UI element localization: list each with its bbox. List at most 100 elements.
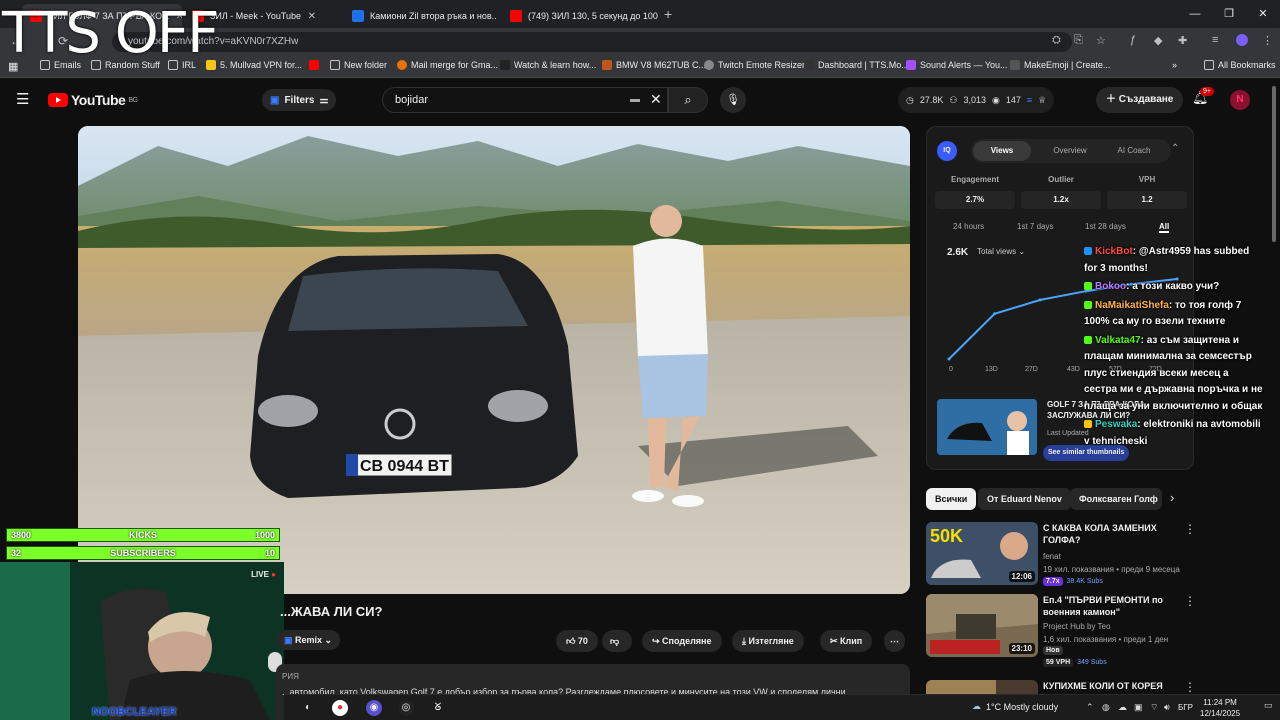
chat-badge-icon <box>1084 247 1092 256</box>
chip-all[interactable]: Всички <box>926 488 977 510</box>
site-favicon-icon <box>352 10 364 22</box>
share-button[interactable]: ↪ Споделяне <box>642 630 722 652</box>
chevron-right-icon[interactable]: › <box>1170 490 1174 505</box>
bookmarks-more-icon[interactable]: » <box>1172 60 1177 70</box>
remix-button[interactable]: ▣ Remix ⌄ <box>276 630 341 650</box>
recommended-video[interactable]: КУПИХМЕ КОЛИ ОТ КОРЕЯ ⋮ <box>926 680 1206 694</box>
vidiq-tabs: Views Overview AI Coach <box>971 139 1171 163</box>
search-input[interactable]: bojidar <box>382 87 668 113</box>
scrollbar[interactable] <box>1272 86 1276 242</box>
close-tab-icon[interactable]: ✕ <box>308 11 316 22</box>
bookmark-item[interactable]: 5. Mullvad VPN for... <box>206 60 302 70</box>
download-button[interactable]: ⤓ Изтегляне <box>732 630 804 652</box>
restore-icon[interactable]: ❐ <box>1212 0 1246 28</box>
bookmark-item[interactable]: Dashboard | TTS.Mo... <box>804 60 909 70</box>
extension-icon[interactable]: ◆ <box>1154 34 1162 47</box>
vidiq-icon: ▣ <box>284 635 296 645</box>
range-24h[interactable]: 24 hours <box>953 222 984 231</box>
new-tab-button[interactable]: + <box>664 6 672 22</box>
bookmark-item[interactable]: MakeEmoji | Create... <box>1010 60 1110 70</box>
subs-badge: 38.4K Subs <box>1066 578 1103 585</box>
rec-channel[interactable]: Project Hub by Teo <box>1043 622 1110 631</box>
rec-title[interactable]: Еп.4 "ПЪРВИ РЕМОНТИ по военния камион" <box>1043 594 1183 618</box>
bookmark-item[interactable] <box>309 60 319 70</box>
video-thumbnail[interactable] <box>926 680 1038 694</box>
menu-icon[interactable]: ⋮ <box>1262 34 1273 47</box>
all-bookmarks[interactable]: All Bookmarks <box>1204 60 1276 70</box>
chip-topic[interactable]: Фолксваген Голф <box>1070 488 1162 510</box>
range-all[interactable]: All <box>1159 222 1170 233</box>
filters-button[interactable]: ▣ Filters ⚌ <box>262 89 337 111</box>
tab-4[interactable]: (749) ЗИЛ 130, 5 секунд до 100... ✕ <box>502 4 658 28</box>
weather-widget[interactable]: ☁ 1°C Mostly cloudy <box>972 701 1058 712</box>
taskbar-clock[interactable]: 11:24 PM 12/14/2025 <box>1200 697 1240 719</box>
task-view-icon[interactable]: ◐ <box>300 700 316 716</box>
video-player[interactable]: CB 0944 BT <box>78 126 910 594</box>
rec-channel[interactable]: fenat <box>1043 552 1061 561</box>
url-input[interactable]: youtube.com/watch?v=aKVN0r7XZHw <box>112 32 1072 52</box>
tab-views[interactable]: Views <box>973 141 1031 161</box>
range-28d[interactable]: 1st 28 days <box>1085 222 1126 231</box>
tray-icon[interactable]: ☁ <box>1118 702 1127 713</box>
translate-icon[interactable]: ⛭ <box>1052 34 1061 47</box>
views-dropdown[interactable]: Total views ⌄ <box>977 247 1025 256</box>
extension-icon[interactable]: ƒ <box>1130 34 1136 46</box>
hamburger-menu-icon[interactable]: ☰ <box>16 90 29 108</box>
profile-icon[interactable] <box>1236 34 1248 46</box>
bookmark-item[interactable]: Sound Alerts — You... <box>906 60 1008 70</box>
puzzle-icon[interactable]: ✚ <box>1178 34 1187 47</box>
clip-button[interactable]: ✂ Клип <box>820 630 873 652</box>
dislike-button[interactable]: 👎︎ <box>602 630 632 652</box>
recommended-video[interactable]: 23:10 Еп.4 "ПЪРВИ РЕМОНТИ по военния кам… <box>926 594 1206 676</box>
tab-ai-coach[interactable]: AI Coach <box>1105 141 1163 161</box>
bookmark-item[interactable]: Mail merge for Gma... <box>397 60 498 70</box>
obs-icon[interactable]: ◎ <box>398 700 414 716</box>
notification-icon[interactable]: ▭ <box>1264 700 1273 711</box>
chip-from-channel[interactable]: От Eduard Nenov <box>978 488 1071 510</box>
discord-icon[interactable]: ◉ <box>366 700 382 716</box>
install-icon[interactable]: ⎘ <box>1074 34 1083 47</box>
media-icon[interactable]: ≡ <box>1212 34 1218 46</box>
voice-search-button[interactable]: 🎙︎ <box>720 87 746 113</box>
keyboard-icon[interactable]: ▬ <box>630 94 640 105</box>
tray-icon[interactable]: ▣ <box>1134 702 1143 713</box>
search-button[interactable]: ⌕ <box>668 87 708 113</box>
metric-label: Engagement <box>950 175 999 184</box>
app-icon[interactable]: ᘜ <box>430 700 446 716</box>
recommended-video[interactable]: 50K 12:06 С КАКВА КОЛА ЗАМЕНИХ ГОЛФА? fe… <box>926 522 1206 604</box>
avatar[interactable]: N <box>1230 90 1250 110</box>
video-thumbnail[interactable]: 50K 12:06 <box>926 522 1038 585</box>
more-icon[interactable]: ⋮ <box>1184 522 1196 536</box>
more-icon[interactable]: ⋮ <box>1184 594 1196 608</box>
rec-title[interactable]: КУПИХМЕ КОЛИ ОТ КОРЕЯ <box>1043 680 1183 692</box>
star-icon[interactable]: ☆ <box>1096 34 1106 47</box>
bookmark-item[interactable]: New folder <box>330 60 387 70</box>
bookmark-item[interactable]: Twitch Emote Resizer <box>704 60 805 70</box>
range-7d[interactable]: 1st 7 days <box>1017 222 1053 231</box>
tray-chevron-icon[interactable]: ⌃ <box>1086 702 1094 713</box>
language-indicator[interactable]: БГР <box>1178 703 1193 712</box>
channel-stats[interactable]: ◷ 27.8K ⚇ 3,013 ◉ 147 ≡ ♕ <box>898 87 1055 113</box>
like-button[interactable]: 👍︎ 70 <box>556 630 598 652</box>
video-thumbnail[interactable]: 23:10 <box>926 594 1038 657</box>
collapse-icon[interactable]: ⌃ <box>1171 143 1179 154</box>
bookmark-item[interactable]: BMW V8 M62TUB C... <box>602 60 706 70</box>
tray-icon[interactable]: ◍ <box>1102 702 1110 713</box>
tab-3[interactable]: Камиони Zil втора ръка и нов... ✕ <box>344 4 496 28</box>
create-button[interactable]: ＋ Създаване <box>1096 87 1184 113</box>
close-window-icon[interactable]: ✕ <box>1246 0 1280 28</box>
youtube-logo[interactable]: YouTube BG <box>48 92 138 108</box>
minimize-icon[interactable]: — <box>1178 0 1212 28</box>
tab-overview[interactable]: Overview <box>1041 141 1099 161</box>
volume-icon[interactable]: 🔊︎ <box>1164 702 1170 713</box>
plus-icon: ＋ <box>1106 94 1119 105</box>
suggested-thumbnail[interactable] <box>937 399 1037 455</box>
more-actions-button[interactable]: ⋯ <box>884 630 905 652</box>
more-icon[interactable]: ⋮ <box>1184 680 1196 694</box>
wifi-icon[interactable]: ⌔ <box>1150 702 1158 713</box>
list-icon: ≡ <box>1026 95 1033 105</box>
bookmark-item[interactable]: Watch & learn how... <box>500 60 596 70</box>
rec-title[interactable]: С КАКВА КОЛА ЗАМЕНИХ ГОЛФА? <box>1043 522 1183 546</box>
chrome-icon[interactable]: ● <box>332 700 348 716</box>
clear-search-icon[interactable]: ✕ <box>650 91 662 108</box>
